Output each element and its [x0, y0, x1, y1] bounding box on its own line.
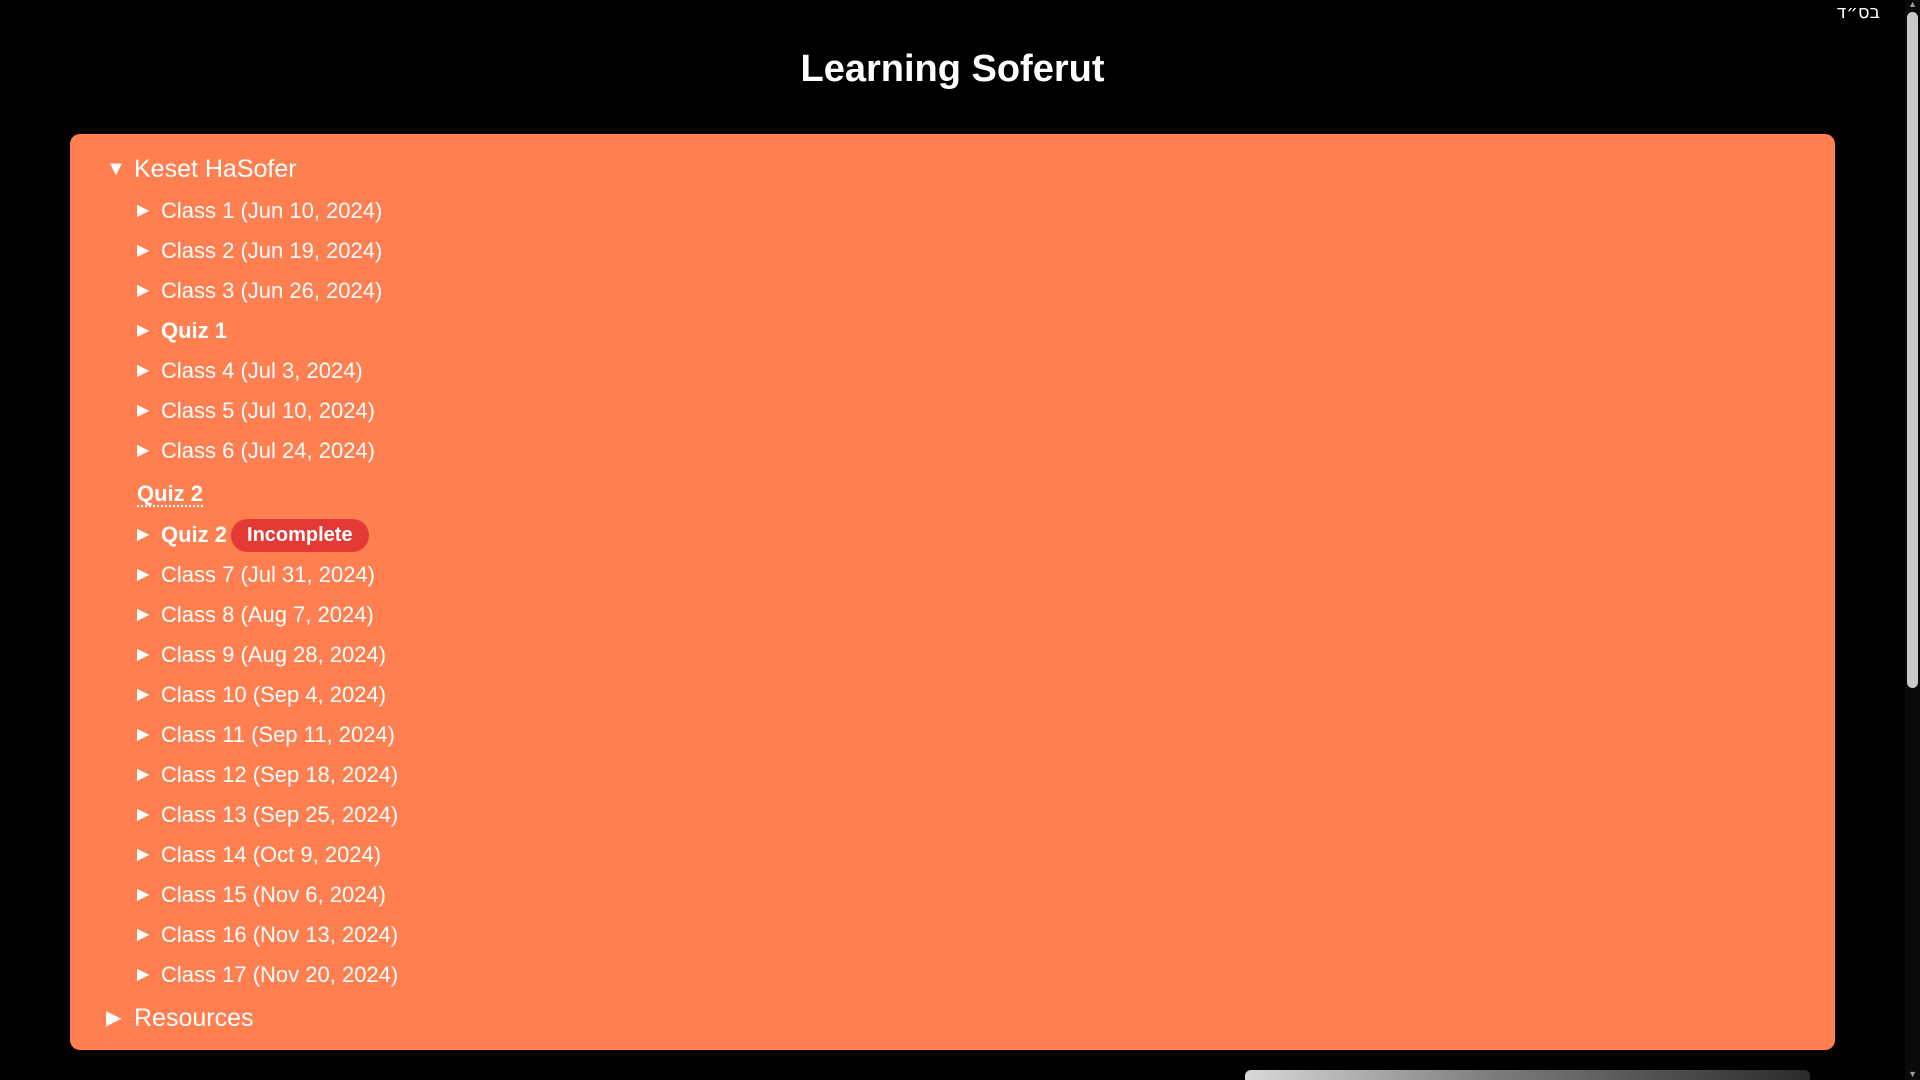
class-label: Class 14 (Oct 9, 2024)	[161, 842, 382, 867]
triangle-right-icon: ▶	[106, 1007, 122, 1029]
class-label: Class 8 (Aug 7, 2024)	[161, 602, 374, 627]
class-label: Class 6 (Jul 24, 2024)	[161, 438, 375, 463]
class-item[interactable]: ▶ Class 12 (Sep 18, 2024)	[137, 757, 398, 793]
triangle-right-icon: ▶	[137, 646, 150, 663]
class-item[interactable]: ▶ Class 7 (Jul 31, 2024)	[137, 557, 375, 593]
class-item[interactable]: ▶ Class 15 (Nov 6, 2024)	[137, 877, 386, 913]
class-label: Class 3 (Jun 26, 2024)	[161, 278, 383, 303]
quiz-item[interactable]: ▶ Quiz 1	[137, 313, 227, 349]
scroll-up-arrow-icon[interactable]: ▲	[1908, 0, 1917, 9]
triangle-right-icon: ▶	[137, 926, 150, 943]
class-label: Class 10 (Sep 4, 2024)	[161, 682, 387, 707]
class-label: Class 13 (Sep 25, 2024)	[161, 802, 399, 827]
triangle-right-icon: ▶	[137, 766, 150, 783]
class-label: Class 12 (Sep 18, 2024)	[161, 762, 399, 787]
triangle-down-icon: ▼	[106, 158, 126, 180]
triangle-right-icon: ▶	[137, 886, 150, 903]
page: בס״ד Learning Soferut ▼ Keset HaSofer ▶ …	[0, 0, 1920, 1080]
triangle-right-icon: ▶	[137, 846, 150, 863]
quiz-label: Quiz 2	[161, 522, 228, 547]
class-item[interactable]: ▶ Class 14 (Oct 9, 2024)	[137, 837, 381, 873]
class-item[interactable]: ▶ Class 8 (Aug 7, 2024)	[137, 597, 374, 633]
class-item[interactable]: ▶ Class 1 (Jun 10, 2024)	[137, 193, 382, 229]
resources-toggle[interactable]: ▶ Resources	[106, 1000, 254, 1036]
triangle-right-icon: ▶	[137, 442, 150, 459]
corner-mark: בס״ד	[1836, 2, 1880, 23]
triangle-right-icon: ▶	[137, 526, 150, 543]
class-label: Class 11 (Sep 11, 2024)	[161, 722, 395, 747]
scroll-thumb[interactable]	[1907, 12, 1918, 688]
triangle-right-icon: ▶	[137, 242, 150, 259]
class-item[interactable]: ▶ Class 3 (Jun 26, 2024)	[137, 273, 382, 309]
class-item[interactable]: ▶ Class 6 (Jul 24, 2024)	[137, 433, 375, 469]
triangle-right-icon: ▶	[137, 606, 150, 623]
triangle-right-icon: ▶	[137, 402, 150, 419]
class-item[interactable]: ▶ Class 5 (Jul 10, 2024)	[137, 393, 375, 429]
class-label: Class 1 (Jun 10, 2024)	[161, 198, 383, 223]
class-label: Class 2 (Jun 19, 2024)	[161, 238, 383, 263]
course-toggle[interactable]: ▼ Keset HaSofer	[106, 151, 297, 187]
class-item[interactable]: ▶ Class 17 (Nov 20, 2024)	[137, 957, 398, 993]
class-label: Class 17 (Nov 20, 2024)	[161, 962, 399, 987]
class-item[interactable]: ▶ Class 9 (Aug 28, 2024)	[137, 637, 386, 673]
quiz-item[interactable]: ▶ Quiz 2 Incomplete	[137, 517, 369, 553]
triangle-right-icon: ▶	[137, 202, 150, 219]
class-label: Class 7 (Jul 31, 2024)	[161, 562, 375, 587]
vertical-scrollbar[interactable]: ▲ ▼	[1905, 0, 1920, 1080]
triangle-right-icon: ▶	[137, 282, 150, 299]
course-label: Keset HaSofer	[134, 154, 297, 183]
triangle-right-icon: ▶	[137, 322, 150, 339]
triangle-right-icon: ▶	[137, 726, 150, 743]
triangle-right-icon: ▶	[137, 806, 150, 823]
resources-label: Resources	[134, 1003, 254, 1032]
scroll-down-arrow-icon[interactable]: ▼	[1908, 1070, 1917, 1079]
embedded-media-edge	[1245, 1070, 1810, 1080]
class-item[interactable]: ▶ Class 13 (Sep 25, 2024)	[137, 797, 398, 833]
page-title: Learning Soferut	[800, 48, 1105, 90]
quiz-label: Quiz 1	[161, 318, 228, 343]
status-badge: Incomplete	[231, 518, 369, 552]
course-panel: ▼ Keset HaSofer ▶ Class 1 (Jun 10, 2024)…	[70, 134, 1835, 1050]
class-label: Class 4 (Jul 3, 2024)	[161, 358, 363, 383]
class-item[interactable]: ▶ Class 4 (Jul 3, 2024)	[137, 353, 363, 389]
class-label: Class 9 (Aug 28, 2024)	[161, 642, 387, 667]
class-item[interactable]: ▶ Class 16 (Nov 13, 2024)	[137, 917, 398, 953]
triangle-right-icon: ▶	[137, 686, 150, 703]
quiz-link[interactable]: Quiz 2	[137, 481, 203, 507]
class-item[interactable]: ▶ Class 2 (Jun 19, 2024)	[137, 233, 382, 269]
class-item[interactable]: ▶ Class 10 (Sep 4, 2024)	[137, 677, 386, 713]
class-item[interactable]: ▶ Class 11 (Sep 11, 2024)	[137, 717, 395, 753]
class-label: Class 15 (Nov 6, 2024)	[161, 882, 386, 907]
triangle-right-icon: ▶	[137, 362, 150, 379]
class-label: Class 16 (Nov 13, 2024)	[161, 922, 399, 947]
triangle-right-icon: ▶	[137, 966, 150, 983]
triangle-right-icon: ▶	[137, 566, 150, 583]
class-label: Class 5 (Jul 10, 2024)	[161, 398, 375, 423]
